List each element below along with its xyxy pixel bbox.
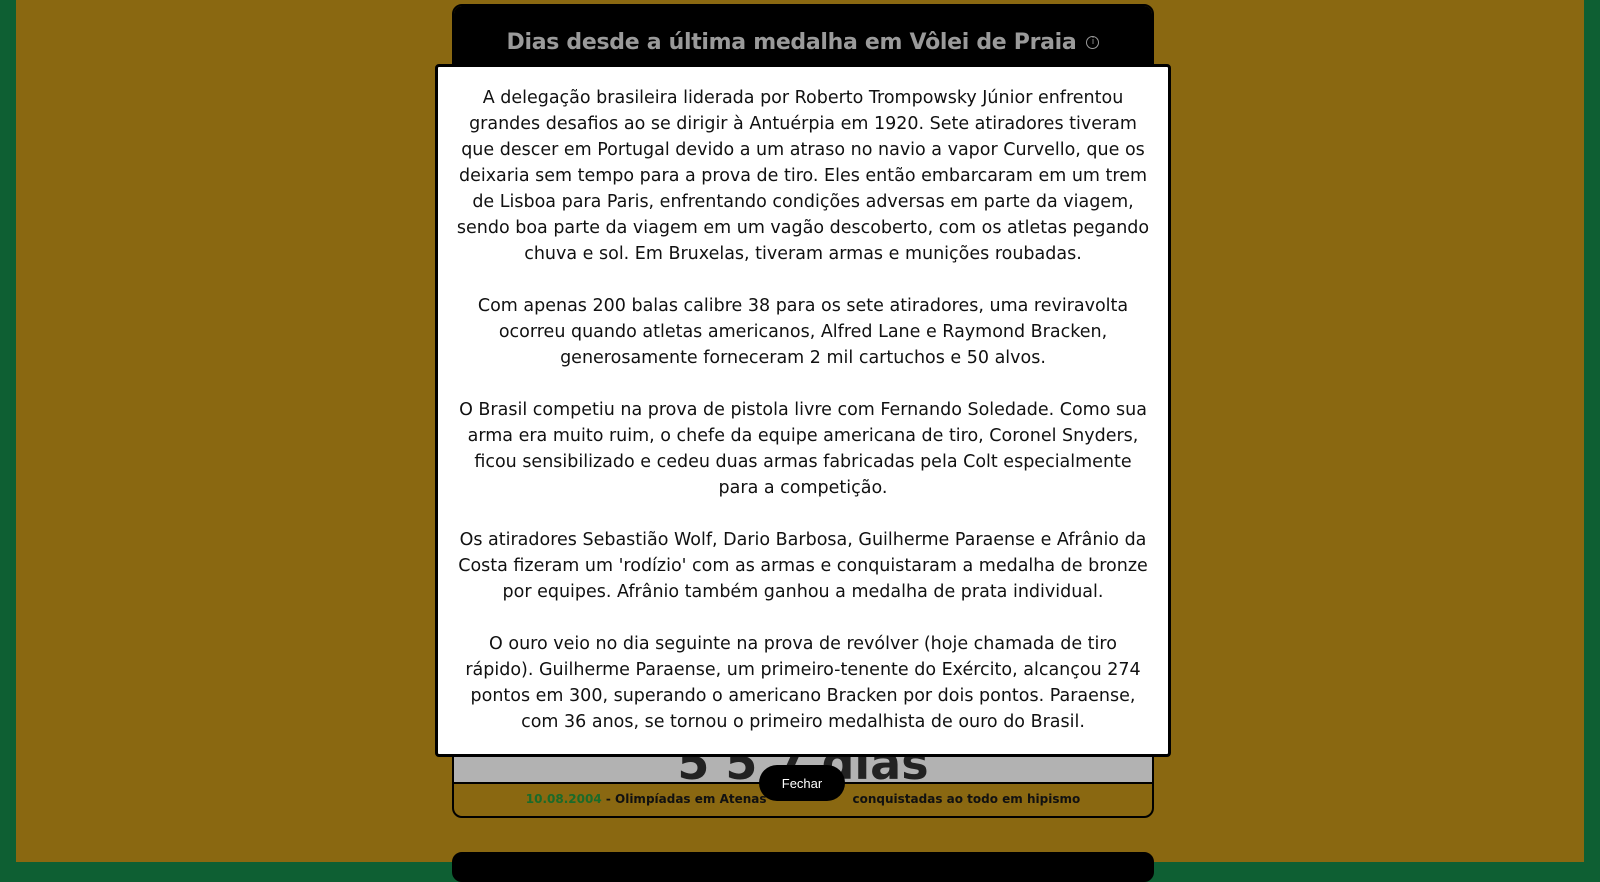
modal-paragraph: A delegação brasileira liderada por Robe… [456, 88, 1150, 264]
last-medal-date: 10.08.2004 [525, 792, 602, 806]
modal-paragraph: O ouro veio no dia seguinte na prova de … [465, 634, 1141, 732]
next-card-header [452, 852, 1154, 882]
modal-paragraph: Com apenas 200 balas calibre 38 para os … [477, 296, 1129, 368]
last-medal-summary: conquistadas ao todo em hipismo [852, 792, 1081, 806]
modal-paragraph: O Brasil competiu na prova de pistola li… [459, 400, 1147, 498]
card-title: Dias desde a última medalha em Vôlei de … [506, 29, 1077, 55]
history-modal: A delegação brasileira liderada por Robe… [435, 64, 1171, 757]
modal-paragraph: Os atiradores Sebastião Wolf, Dario Barb… [458, 530, 1148, 602]
close-modal-button[interactable]: Fechar [759, 765, 845, 801]
info-circle-icon[interactable]: i [1086, 35, 1100, 49]
last-medal-event: - Olimpíadas em Atenas [601, 792, 767, 806]
